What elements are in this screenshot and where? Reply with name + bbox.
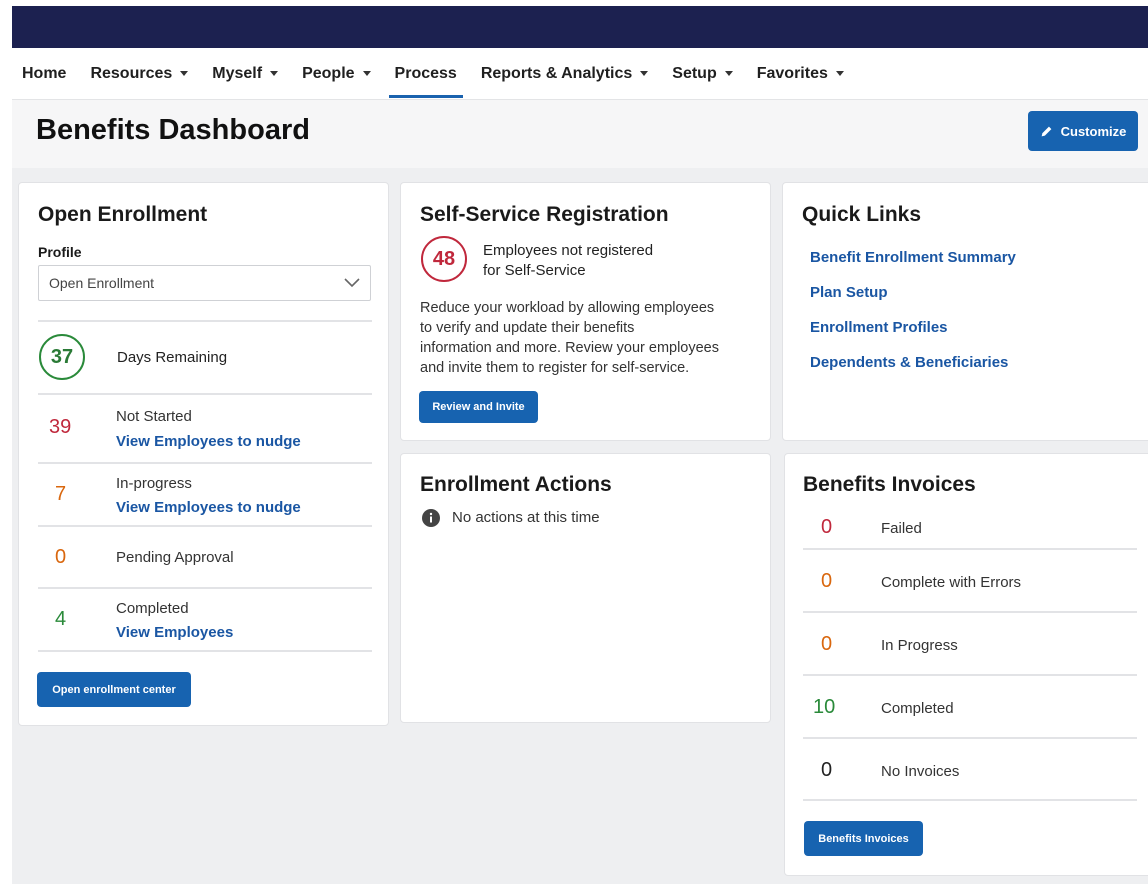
nav-process-label: Process	[394, 64, 457, 82]
open-enrollment-center-button[interactable]: Open enrollment center	[37, 672, 191, 707]
chevron-down-icon	[344, 278, 360, 288]
invoices-failed-label: Failed	[881, 520, 922, 537]
caret-down-icon	[180, 71, 189, 76]
divider	[803, 611, 1137, 613]
customize-button[interactable]: Customize	[1028, 111, 1138, 151]
view-employees-link[interactable]: View Employees	[116, 624, 233, 641]
nav-home[interactable]: Home	[22, 48, 66, 100]
nav-reports-analytics[interactable]: Reports & Analytics	[480, 48, 649, 100]
divider	[38, 393, 372, 395]
pencil-icon	[1041, 126, 1051, 136]
quick-link-enrollment-profiles[interactable]: Enrollment Profiles	[810, 319, 948, 336]
in-progress-nudge-link[interactable]: View Employees to nudge	[116, 499, 301, 516]
self-service-description-line-4: and invite them to register for self-ser…	[420, 360, 690, 376]
invoices-failed-count: 0	[821, 516, 833, 538]
quick-links-card: Quick Links Benefit Enrollment Summary P…	[782, 182, 1148, 441]
review-and-invite-button[interactable]: Review and Invite	[419, 391, 538, 423]
top-bar	[12, 6, 1148, 48]
profile-select-value: Open Enrollment	[49, 275, 155, 291]
no-invoices-label: No Invoices	[881, 763, 960, 780]
benefits-invoices-card: Benefits Invoices 0 Failed 0 Complete wi…	[784, 453, 1148, 876]
profile-label: Profile	[38, 244, 82, 260]
pending-approval-label: Pending Approval	[116, 549, 234, 566]
benefits-invoices-title: Benefits Invoices	[803, 473, 976, 496]
nav-setup[interactable]: Setup	[672, 48, 733, 100]
caret-down-icon	[724, 71, 733, 76]
nav-resources[interactable]: Resources	[90, 48, 189, 100]
completed-count: 4	[55, 608, 67, 630]
invoices-in-progress-count: 0	[821, 633, 833, 655]
enrollment-actions-title: Enrollment Actions	[420, 473, 612, 496]
nav-setup-label: Setup	[672, 64, 717, 82]
invoices-in-progress-label: In Progress	[881, 637, 958, 654]
divider	[38, 320, 372, 322]
nav-resources-label: Resources	[90, 64, 173, 82]
unregistered-count-ring: 48	[421, 236, 467, 282]
info-icon	[422, 509, 440, 527]
quick-link-dependents-beneficiaries[interactable]: Dependents & Beneficiaries	[810, 354, 1008, 371]
caret-down-icon	[640, 71, 649, 76]
page-title: Benefits Dashboard	[36, 114, 310, 146]
caret-down-icon	[270, 71, 279, 76]
open-enrollment-card: Open Enrollment Profile Open Enrollment …	[18, 182, 389, 726]
divider	[803, 737, 1137, 739]
nav-process[interactable]: Process	[388, 48, 464, 100]
divider	[38, 462, 372, 464]
caret-down-icon	[835, 71, 844, 76]
not-started-count: 39	[49, 416, 72, 438]
self-service-description-line-1: Reduce your workload by allowing employe…	[420, 300, 715, 316]
quick-links-title: Quick Links	[802, 203, 922, 226]
divider	[803, 674, 1137, 676]
divider	[38, 525, 372, 527]
self-service-card: Self-Service Registration 48 Employees n…	[400, 182, 771, 441]
enrollment-actions-card: Enrollment Actions No actions at this ti…	[400, 453, 771, 723]
divider	[38, 587, 372, 589]
no-actions-message: No actions at this time	[452, 509, 600, 526]
nav-myself[interactable]: Myself	[212, 48, 279, 100]
invoices-completed-label: Completed	[881, 700, 954, 717]
days-remaining-ring: 37	[39, 334, 85, 380]
invoices-errors-count: 0	[821, 570, 833, 592]
days-remaining-label: Days Remaining	[117, 349, 228, 366]
nav-myself-label: Myself	[212, 64, 263, 82]
invoices-completed-count: 10	[813, 696, 836, 718]
unregistered-label-line-1: Employees not registered	[483, 242, 654, 259]
not-started-label: Not Started	[116, 408, 192, 425]
nav-home-label: Home	[22, 64, 67, 82]
no-invoices-count: 0	[821, 759, 833, 781]
divider	[38, 650, 372, 652]
self-service-title: Self-Service Registration	[420, 203, 669, 226]
quick-link-plan-setup[interactable]: Plan Setup	[810, 284, 888, 301]
divider	[803, 548, 1137, 550]
page-header: Benefits Dashboard Customize	[12, 100, 1148, 168]
quick-link-benefit-enrollment-summary[interactable]: Benefit Enrollment Summary	[810, 249, 1016, 266]
in-progress-count: 7	[55, 483, 67, 505]
open-enrollment-title: Open Enrollment	[38, 203, 208, 226]
not-started-nudge-link[interactable]: View Employees to nudge	[116, 433, 301, 450]
nav-people[interactable]: People	[302, 48, 371, 100]
self-service-description-line-3: information and more. Review your employ…	[420, 340, 719, 356]
nav-favorites[interactable]: Favorites	[757, 48, 844, 100]
unregistered-label-line-2: for Self-Service	[483, 262, 586, 279]
invoices-errors-label: Complete with Errors	[881, 574, 1022, 591]
completed-label: Completed	[116, 600, 189, 617]
nav-reports-label: Reports & Analytics	[480, 64, 633, 82]
divider	[803, 799, 1137, 801]
nav-favorites-label: Favorites	[756, 64, 828, 82]
in-progress-label: In-progress	[116, 475, 192, 492]
profile-select[interactable]: Open Enrollment	[38, 265, 371, 301]
main-nav: Home Resources Myself People Process Rep…	[12, 48, 1148, 100]
self-service-description-line-2: to verify and update their benefits	[420, 320, 635, 336]
customize-label: Customize	[1060, 123, 1127, 139]
app-frame: Home Resources Myself People Process Rep…	[12, 6, 1148, 884]
pending-approval-count: 0	[55, 546, 67, 568]
nav-people-label: People	[302, 64, 355, 82]
caret-down-icon	[362, 71, 371, 76]
benefits-invoices-button[interactable]: Benefits Invoices	[804, 821, 923, 856]
